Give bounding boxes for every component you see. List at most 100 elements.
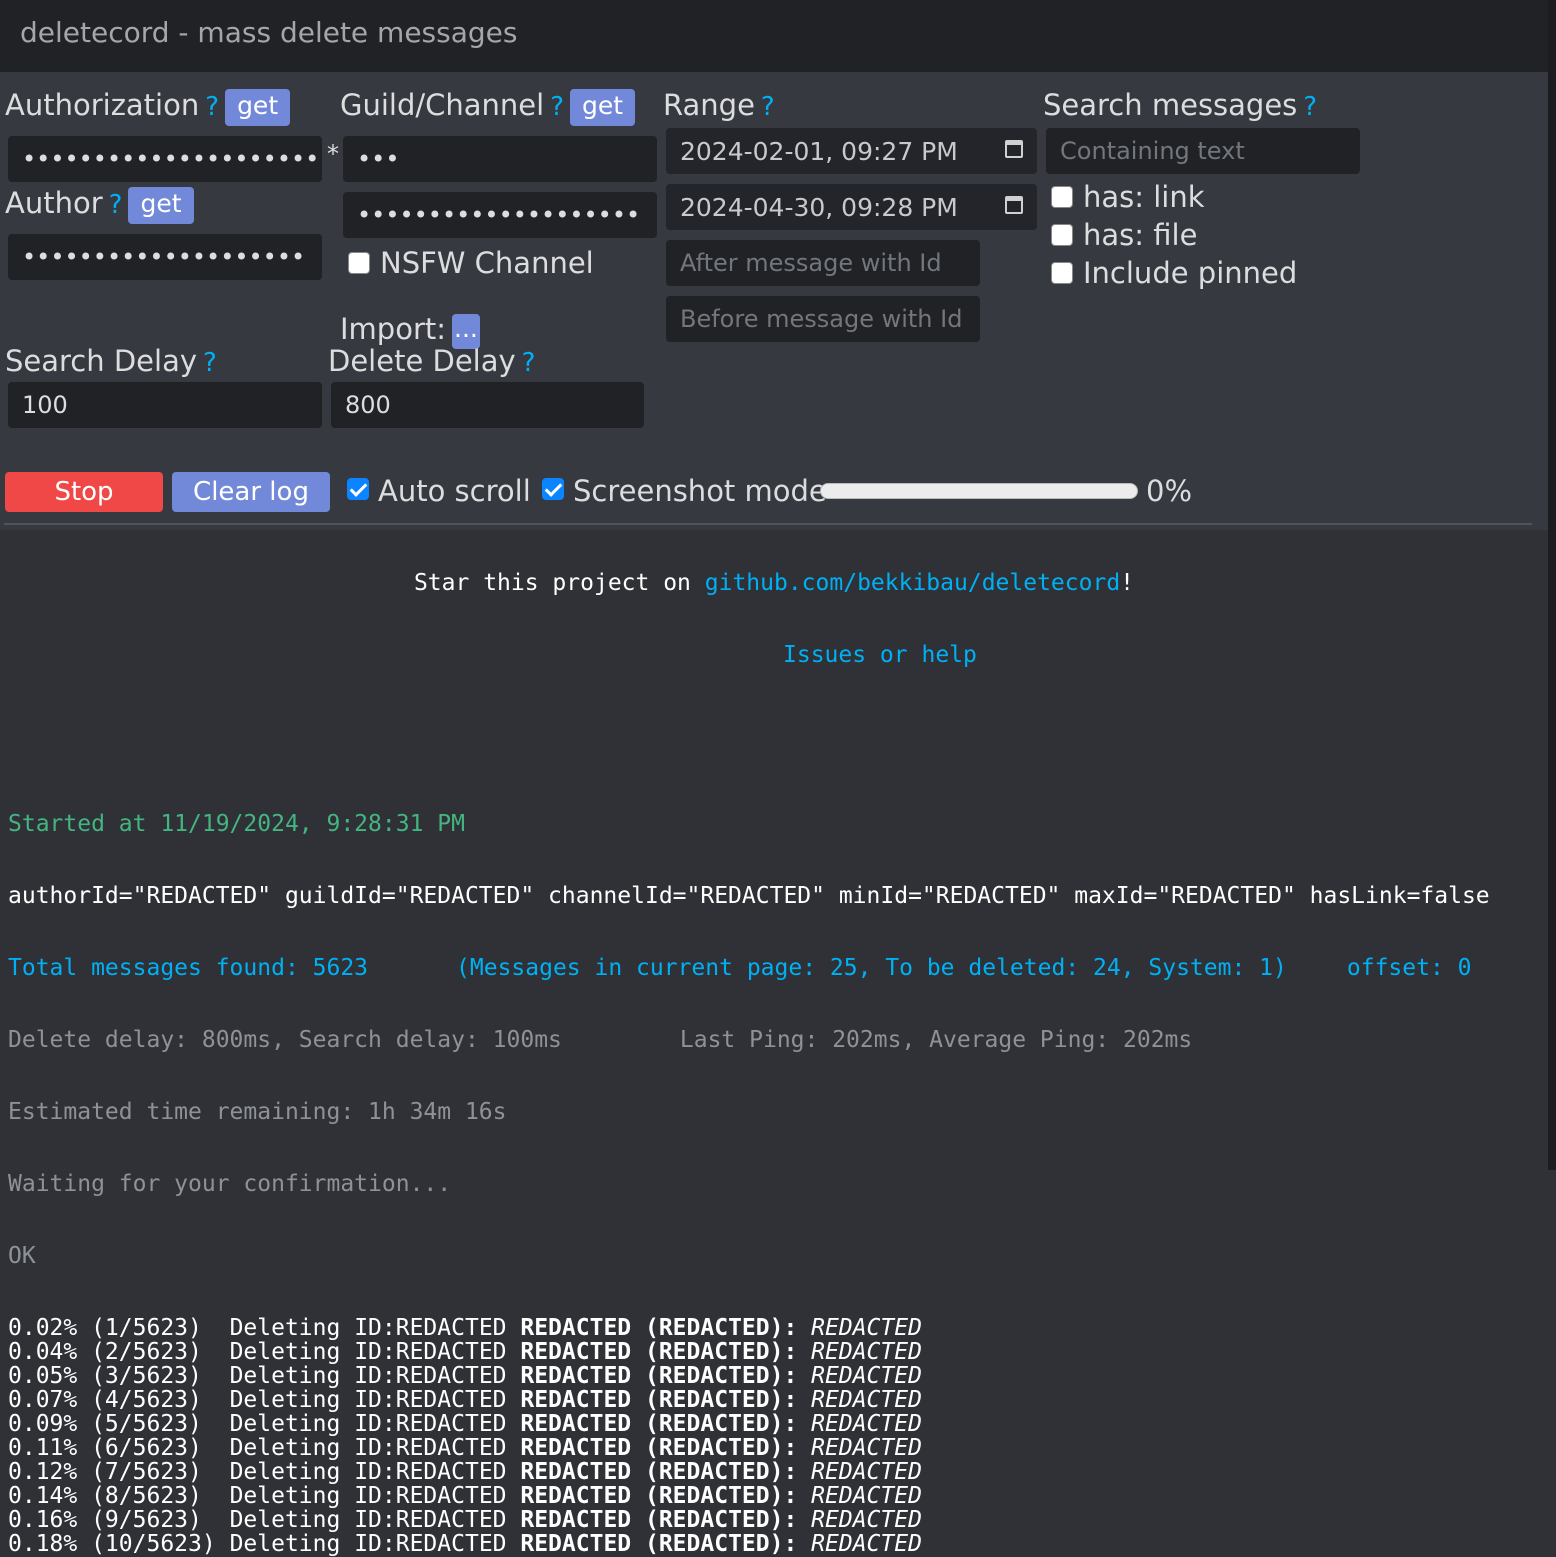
window-title: deletecord - mass delete messages bbox=[20, 16, 518, 49]
log-entry-progress: 0.14% (8/5623) bbox=[8, 1483, 216, 1509]
log-waiting: Waiting for your confirmation... bbox=[8, 1171, 452, 1197]
log-entry-action: Deleting ID:REDACTED bbox=[215, 1531, 521, 1557]
before-message-input[interactable]: Before message with Id bbox=[666, 296, 980, 342]
log-delays-text: Delete delay: 800ms, Search delay: 100ms bbox=[8, 1027, 562, 1053]
log-entry-who: REDACTED (REDACTED): bbox=[520, 1387, 798, 1413]
log-entry-who: REDACTED (REDACTED): bbox=[520, 1507, 798, 1533]
issues-help-link[interactable]: Issues or help bbox=[783, 642, 977, 668]
log-entry-action: Deleting ID:REDACTED bbox=[215, 1363, 521, 1389]
search-help-icon[interactable]: ? bbox=[1303, 92, 1317, 122]
log-entry: 0.04% (2/5623) Deleting ID:REDACTED REDA… bbox=[8, 1340, 1490, 1364]
log-entry-action: Deleting ID:REDACTED bbox=[215, 1315, 521, 1341]
log-entry-progress: 0.18% (10/5623) bbox=[8, 1531, 216, 1557]
log-entry-who: REDACTED (REDACTED): bbox=[520, 1339, 798, 1365]
delete-delay-text: Delete Delay bbox=[328, 344, 516, 378]
nsfw-checkbox[interactable] bbox=[348, 252, 370, 274]
log-entry-content: REDACTED bbox=[797, 1363, 922, 1389]
log-entry-progress: 0.07% (4/5623) bbox=[8, 1387, 216, 1413]
log-entry-content: REDACTED bbox=[797, 1435, 922, 1461]
log-entry-content: REDACTED bbox=[797, 1411, 922, 1437]
search-delay-input[interactable]: 100 bbox=[8, 382, 322, 428]
log-entry: 0.09% (5/5623) Deleting ID:REDACTED REDA… bbox=[8, 1412, 1490, 1436]
delete-delay-input[interactable]: 800 bbox=[331, 382, 644, 428]
channel-input[interactable]: •••••••••••••••••••• bbox=[343, 192, 657, 238]
max-date-value: 2024-04-30, 09:28 PM bbox=[680, 192, 958, 222]
min-date-input[interactable]: 2024-02-01, 09:27 PM bbox=[666, 128, 1037, 174]
star-prefix: Star this project on bbox=[413, 570, 705, 596]
log-entry-content: REDACTED bbox=[797, 1387, 922, 1413]
log-entry-progress: 0.16% (9/5623) bbox=[8, 1507, 216, 1533]
guild-help-icon[interactable]: ? bbox=[550, 92, 564, 122]
log-entry-action: Deleting ID:REDACTED bbox=[215, 1507, 521, 1533]
min-date-value: 2024-02-01, 09:27 PM bbox=[680, 136, 958, 166]
calendar-icon[interactable] bbox=[1005, 140, 1023, 158]
log-entry: 0.14% (8/5623) Deleting ID:REDACTED REDA… bbox=[8, 1484, 1490, 1508]
authorization-input[interactable]: •••••••••••••••••••••••••••••••••••••••• bbox=[8, 136, 322, 182]
clear-log-button[interactable]: Clear log bbox=[172, 472, 330, 512]
search-delay-help-icon[interactable]: ? bbox=[203, 348, 217, 378]
screenshot-mode-label: Screenshot mode bbox=[573, 474, 827, 508]
log-entries: 0.02% (1/5623) Deleting ID:REDACTED REDA… bbox=[8, 1316, 1490, 1556]
controls-panel: Authorization?get ••••••••••••••••••••••… bbox=[0, 72, 1548, 530]
log-entry: 0.02% (1/5623) Deleting ID:REDACTED REDA… bbox=[8, 1316, 1490, 1340]
author-input[interactable]: •••••••••••••••••••• bbox=[8, 234, 322, 280]
log-entry: 0.12% (7/5623) Deleting ID:REDACTED REDA… bbox=[8, 1460, 1490, 1484]
log-entry-content: REDACTED bbox=[797, 1459, 922, 1485]
calendar-icon[interactable] bbox=[1005, 196, 1023, 214]
search-delay-label: Search Delay? bbox=[5, 344, 217, 378]
has-link-checkbox[interactable] bbox=[1051, 186, 1073, 208]
auto-scroll-checkbox[interactable] bbox=[347, 478, 369, 500]
log-entry-action: Deleting ID:REDACTED bbox=[215, 1435, 521, 1461]
get-authorization-button[interactable]: get bbox=[225, 88, 291, 126]
log-entry: 0.05% (3/5623) Deleting ID:REDACTED REDA… bbox=[8, 1364, 1490, 1388]
log-entry: 0.11% (6/5623) Deleting ID:REDACTED REDA… bbox=[8, 1436, 1490, 1460]
screenshot-mode-checkbox[interactable] bbox=[542, 478, 564, 500]
delete-delay-help-icon[interactable]: ? bbox=[522, 348, 536, 378]
stop-button[interactable]: Stop bbox=[5, 472, 163, 512]
log-started: Started at 11/19/2024, 9:28:31 PM bbox=[8, 811, 465, 837]
authorization-help-icon[interactable]: ? bbox=[205, 92, 219, 122]
log-remaining: Estimated time remaining: 1h 34m 16s bbox=[8, 1099, 507, 1125]
has-file-checkbox[interactable] bbox=[1051, 224, 1073, 246]
search-messages-label: Search messages? bbox=[1043, 88, 1317, 122]
star-suffix: ! bbox=[1120, 570, 1135, 596]
log-delays: Delete delay: 800ms, Search delay: 100ms… bbox=[8, 1028, 1490, 1052]
get-author-button[interactable]: get bbox=[128, 186, 194, 224]
guild-input[interactable]: ••• bbox=[343, 136, 657, 182]
github-link[interactable]: github.com/bekkibau/deletecord bbox=[705, 570, 1120, 596]
scrollbar[interactable] bbox=[1548, 0, 1556, 1170]
search-text-input[interactable]: Containing text bbox=[1046, 128, 1360, 174]
import-text: Import: bbox=[340, 312, 447, 346]
title-bar: deletecord - mass delete messages bbox=[0, 0, 1548, 72]
progress-bar bbox=[820, 483, 1138, 499]
log-entry-who: REDACTED (REDACTED): bbox=[520, 1363, 798, 1389]
log-entry-who: REDACTED (REDACTED): bbox=[520, 1483, 798, 1509]
log-entry-who: REDACTED (REDACTED): bbox=[520, 1411, 798, 1437]
log-entry-who: REDACTED (REDACTED): bbox=[520, 1435, 798, 1461]
max-date-input[interactable]: 2024-04-30, 09:28 PM bbox=[666, 184, 1037, 230]
include-pinned-label: Include pinned bbox=[1083, 256, 1298, 290]
after-message-input[interactable]: After message with Id bbox=[666, 240, 980, 286]
log-total-text: Total messages found: 5623 bbox=[8, 955, 369, 981]
log-entry-who: REDACTED (REDACTED): bbox=[520, 1315, 798, 1341]
range-label: Range? bbox=[663, 88, 775, 122]
get-guild-button[interactable]: get bbox=[570, 88, 636, 126]
author-help-icon[interactable]: ? bbox=[109, 190, 123, 220]
log-entry-progress: 0.05% (3/5623) bbox=[8, 1363, 216, 1389]
divider bbox=[4, 523, 1532, 525]
range-text: Range bbox=[663, 88, 755, 122]
range-help-icon[interactable]: ? bbox=[761, 92, 775, 122]
log-ok: OK bbox=[8, 1243, 36, 1269]
log-entry-content: REDACTED bbox=[797, 1531, 922, 1557]
log-entry: 0.07% (4/5623) Deleting ID:REDACTED REDA… bbox=[8, 1388, 1490, 1412]
log-entry-who: REDACTED (REDACTED): bbox=[520, 1459, 798, 1485]
guild-channel-label: Guild/Channel? get bbox=[340, 88, 636, 126]
guild-channel-text: Guild/Channel bbox=[340, 88, 545, 122]
log-entry-action: Deleting ID:REDACTED bbox=[215, 1339, 521, 1365]
log-entry-action: Deleting ID:REDACTED bbox=[215, 1483, 521, 1509]
search-delay-text: Search Delay bbox=[5, 344, 198, 378]
authorization-label: Authorization? get bbox=[5, 88, 291, 126]
log-entry-progress: 0.09% (5/5623) bbox=[8, 1411, 216, 1437]
log-entry-action: Deleting ID:REDACTED bbox=[215, 1459, 521, 1485]
include-pinned-checkbox[interactable] bbox=[1051, 262, 1073, 284]
